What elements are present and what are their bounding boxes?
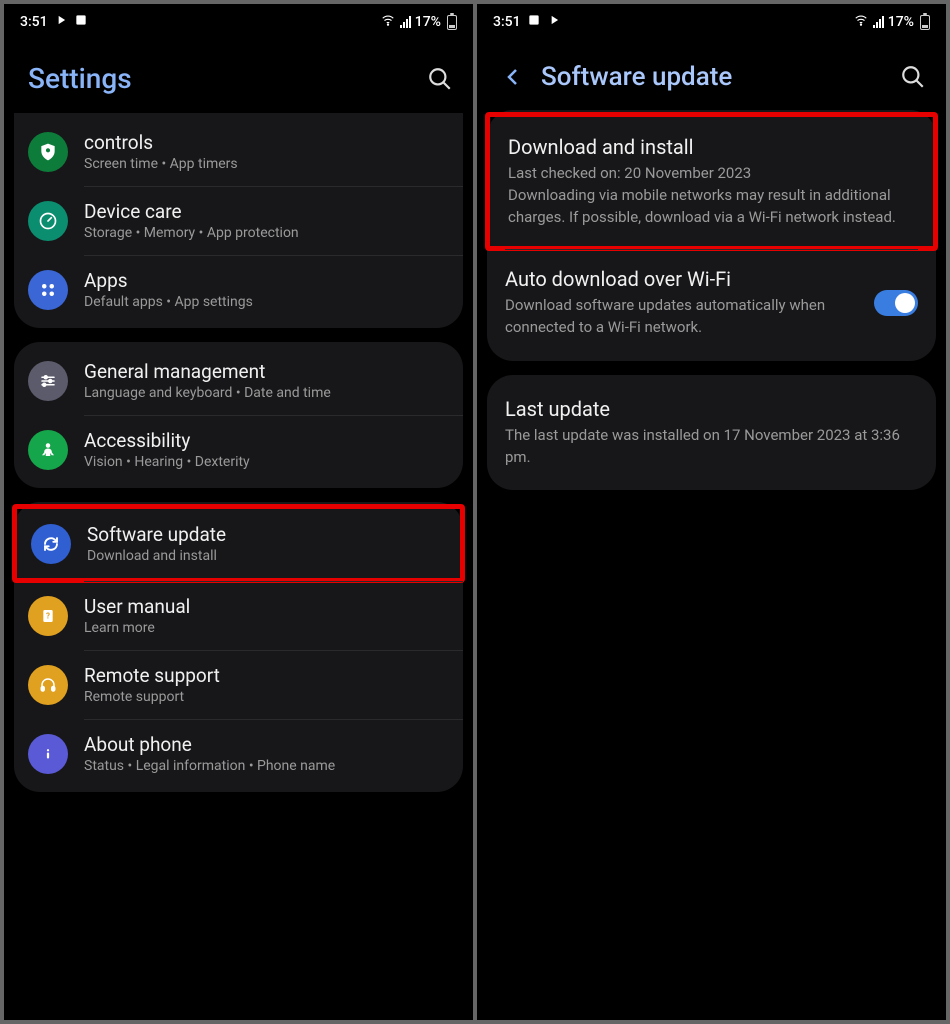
page-title: Settings [28,62,411,95]
headset-icon [28,665,68,705]
settings-item-general-management[interactable]: General management Language and keyboard … [14,346,463,415]
status-icon [54,13,68,31]
back-button[interactable] [501,65,525,89]
item-title: Accessibility [84,429,445,452]
settings-item-remote-support[interactable]: Remote support Remote support [14,650,463,719]
item-sub: Downloading via mobile networks may resu… [508,185,915,229]
shield-icon [28,132,68,172]
item-title: General management [84,360,445,383]
item-sub: Last checked on: 20 November 2023 [508,163,915,185]
header: Software update [477,40,946,110]
status-bar: 3:51 17% [477,4,946,40]
update-card-main: Download and install Last checked on: 20… [487,110,936,361]
sliders-icon [28,361,68,401]
item-title: Last update [505,397,918,421]
item-subtitle: Status • Legal information • Phone name [84,758,445,774]
item-subtitle: Language and keyboard • Date and time [84,385,445,401]
item-title: About phone [84,733,445,756]
settings-item-software-update[interactable]: Software update Download and install [12,504,465,583]
book-icon: ? [28,596,68,636]
settings-item-accessibility[interactable]: Accessibility Vision • Hearing • Dexterit… [14,415,463,484]
settings-item-user-manual[interactable]: ? User manual Learn more [14,581,463,650]
settings-item-controls[interactable]: controls Screen time • App timers [14,117,463,186]
battery-pct: 17% [888,14,914,30]
item-title: Download and install [508,135,915,159]
last-update[interactable]: Last update The last update was installe… [487,379,936,487]
item-sub: The last update was installed on 17 Nove… [505,425,918,469]
item-subtitle: Learn more [84,620,445,636]
phone-software-update: 3:51 17% Software update [477,4,946,1020]
status-bar: 3:51 17% [4,4,473,40]
grid4-icon [28,270,68,310]
item-title: Apps [84,269,445,292]
wifi-icon [380,13,396,31]
download-and-install[interactable]: Download and install Last checked on: 20… [485,112,938,251]
phone-settings: 3:51 17% Settings controls Screen time • … [4,4,473,1020]
item-sub: Download software updates automatically … [505,295,860,339]
update-card-last: Last update The last update was installe… [487,375,936,491]
item-title: User manual [84,595,445,618]
item-subtitle: Remote support [84,689,445,705]
settings-item-about-phone[interactable]: About phone Status • Legal information • … [14,719,463,788]
item-title: Auto download over Wi-Fi [505,267,860,291]
search-icon[interactable] [900,64,926,90]
item-subtitle: Default apps • App settings [84,294,445,310]
info-icon [28,734,68,774]
wifi-icon [853,13,869,31]
svg-text:?: ? [46,611,50,620]
update-content: Download and install Last checked on: 20… [477,110,946,1020]
auto-download-wifi[interactable]: Auto download over Wi-Fi Download softwa… [487,249,936,357]
gauge-icon [28,201,68,241]
signal-icon [873,16,884,28]
settings-group: Software update Download and install? User… [14,502,463,792]
item-subtitle: Download and install [87,548,442,564]
item-subtitle: Storage • Memory • App protection [84,225,445,241]
status-time: 3:51 [493,14,521,30]
settings-item-device-care[interactable]: Device care Storage • Memory • App protec… [14,186,463,255]
status-icon [74,13,88,31]
status-time: 3:51 [20,14,48,30]
status-icon [547,13,561,31]
settings-list[interactable]: controls Screen time • App timers Device c… [4,113,473,1020]
item-title: Software update [87,523,442,546]
item-title: controls [84,131,445,154]
search-icon[interactable] [427,66,453,92]
signal-icon [400,16,411,28]
item-subtitle: Screen time • App timers [84,156,445,172]
status-icon [527,13,541,31]
wifi-toggle[interactable] [874,290,918,316]
header: Settings [4,40,473,113]
refresh-icon [31,524,71,564]
settings-item-apps[interactable]: Apps Default apps • App settings [14,255,463,324]
item-title: Remote support [84,664,445,687]
person-icon [28,430,68,470]
page-title: Software update [541,62,884,92]
item-title: Device care [84,200,445,223]
battery-icon [920,15,930,30]
settings-group: General management Language and keyboard … [14,342,463,488]
settings-group: controls Screen time • App timers Device c… [14,113,463,328]
battery-icon [447,15,457,30]
battery-pct: 17% [415,14,441,30]
item-subtitle: Vision • Hearing • Dexterity [84,454,445,470]
